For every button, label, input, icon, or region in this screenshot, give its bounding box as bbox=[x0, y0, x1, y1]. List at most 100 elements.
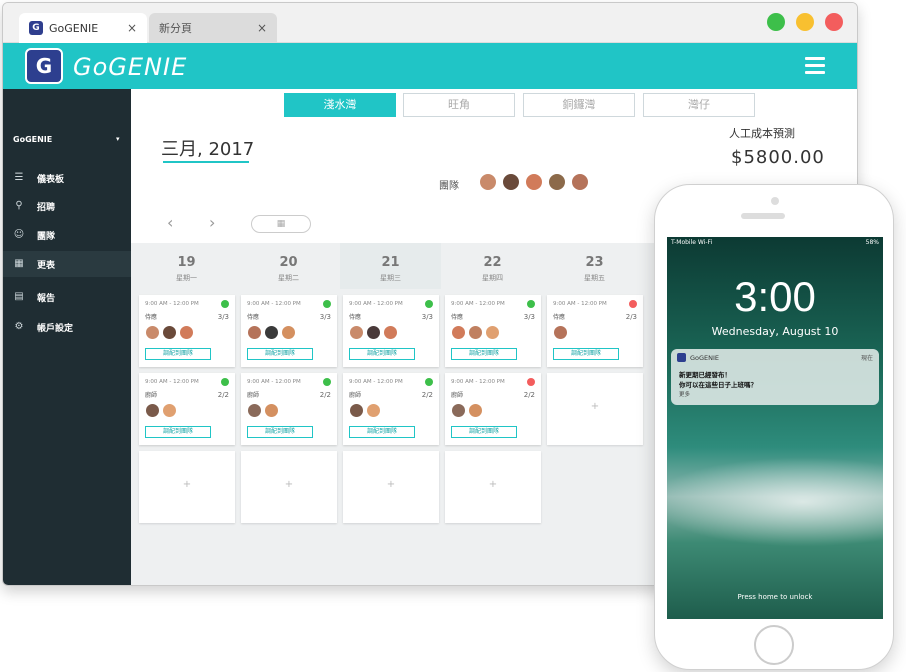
location-tab[interactable]: 銅鑼灣 bbox=[523, 93, 635, 117]
window-minimize-button[interactable] bbox=[767, 13, 785, 31]
assign-team-button[interactable]: 調配到團隊 bbox=[553, 348, 619, 360]
shift-avatars bbox=[349, 403, 381, 418]
sidebar-item-label: 儀表板 bbox=[37, 174, 65, 185]
unlock-hint: Press home to unlock bbox=[737, 593, 813, 601]
add-shift-slot[interactable]: + bbox=[241, 451, 337, 523]
add-shift-slot[interactable]: + bbox=[547, 373, 643, 445]
shift-card[interactable]: 9:00 AM - 12:00 PM 廚師 2/2 調配到團隊 bbox=[343, 373, 439, 445]
notification-more[interactable]: 更多 bbox=[679, 390, 690, 398]
avatar[interactable] bbox=[548, 173, 566, 191]
assign-team-button[interactable]: 調配到團隊 bbox=[247, 348, 313, 360]
add-shift-slot[interactable]: + bbox=[343, 451, 439, 523]
assign-team-button[interactable]: 調配到團隊 bbox=[451, 426, 517, 438]
push-notification[interactable]: GoGENIE 現在 新更期已經發布！ 你可以在這些日子上班嗎？ 更多 bbox=[671, 349, 879, 405]
shift-ratio: 3/3 bbox=[523, 313, 535, 321]
avatar[interactable] bbox=[145, 403, 160, 418]
avatar[interactable] bbox=[281, 325, 296, 340]
avatar[interactable] bbox=[525, 173, 543, 191]
gogenie-logo-icon[interactable]: G bbox=[25, 48, 63, 84]
sidebar-item-dashboard[interactable]: ☰ 儀表板 bbox=[3, 165, 131, 191]
avatar[interactable] bbox=[145, 325, 160, 340]
add-shift-slot[interactable]: + bbox=[445, 451, 541, 523]
phone-speaker bbox=[741, 213, 785, 219]
assign-team-button[interactable]: 調配到團隊 bbox=[349, 426, 415, 438]
shift-card[interactable]: 9:00 AM - 12:00 PM 廚師 2/2 調配到團隊 bbox=[139, 373, 235, 445]
avatar[interactable] bbox=[264, 325, 279, 340]
sidebar-item-recruit[interactable]: ⚲ 招聘 bbox=[3, 193, 131, 219]
shift-ratio: 2/2 bbox=[421, 391, 433, 399]
avatar[interactable] bbox=[553, 325, 568, 340]
avatar[interactable] bbox=[162, 403, 177, 418]
home-button[interactable] bbox=[754, 625, 794, 665]
shift-role: 廚師 bbox=[247, 392, 260, 399]
window-close-button[interactable] bbox=[825, 13, 843, 31]
avatar[interactable] bbox=[349, 325, 364, 340]
sidebar-item-label: 團隊 bbox=[37, 231, 56, 242]
avatar[interactable] bbox=[383, 325, 398, 340]
location-tab[interactable]: 淺水灣 bbox=[284, 93, 396, 117]
avatar[interactable] bbox=[479, 173, 497, 191]
calendar-icon[interactable]: ▦ bbox=[251, 215, 311, 233]
avatar[interactable] bbox=[247, 403, 262, 418]
org-selector[interactable]: GoGENIE bbox=[13, 135, 52, 144]
avatar[interactable] bbox=[502, 173, 520, 191]
avatar[interactable] bbox=[485, 325, 500, 340]
sidebar-item-schedule[interactable]: ▦ 更表 bbox=[3, 251, 131, 277]
avatar[interactable] bbox=[366, 403, 381, 418]
status-dot bbox=[221, 300, 229, 308]
browser-tab-new[interactable]: 新分頁 × bbox=[149, 13, 277, 43]
lock-date: Wednesday, August 10 bbox=[711, 325, 839, 338]
day-header: 20 星期二 bbox=[278, 255, 299, 282]
shift-role: 侍應 bbox=[349, 314, 362, 321]
location-tab[interactable]: 旺角 bbox=[403, 93, 515, 117]
avatar[interactable] bbox=[451, 325, 466, 340]
phone-camera bbox=[771, 197, 779, 205]
next-week-icon[interactable]: › bbox=[209, 213, 215, 232]
carrier-label: T-Mobile Wi-Fi bbox=[671, 239, 713, 246]
shift-card[interactable]: 9:00 AM - 12:00 PM 廚師 2/2 調配到團隊 bbox=[241, 373, 337, 445]
assign-team-button[interactable]: 調配到團隊 bbox=[145, 426, 211, 438]
avatar[interactable] bbox=[451, 403, 466, 418]
hamburger-menu-icon[interactable] bbox=[805, 57, 825, 74]
avatar[interactable] bbox=[349, 403, 364, 418]
notification-line: 你可以在這些日子上班嗎？ bbox=[679, 381, 757, 389]
prev-week-icon[interactable]: ‹ bbox=[167, 213, 173, 232]
close-tab-icon[interactable]: × bbox=[257, 21, 267, 35]
assign-team-button[interactable]: 調配到團隊 bbox=[349, 348, 415, 360]
assign-team-button[interactable]: 調配到團隊 bbox=[247, 426, 313, 438]
avatar[interactable] bbox=[264, 403, 279, 418]
avatar[interactable] bbox=[366, 325, 381, 340]
shift-avatars bbox=[553, 325, 568, 340]
shift-time: 9:00 AM - 12:00 PM bbox=[451, 301, 505, 307]
browser-tab-gogenie[interactable]: G GoGENIE × bbox=[19, 13, 147, 43]
status-dot bbox=[425, 378, 433, 386]
avatar[interactable] bbox=[247, 325, 262, 340]
shift-card[interactable]: 9:00 AM - 12:00 PM 廚師 2/2 調配到團隊 bbox=[445, 373, 541, 445]
location-tab[interactable]: 灣仔 bbox=[643, 93, 755, 117]
shift-card[interactable]: 9:00 AM - 12:00 PM 侍應 3/3 調配到團隊 bbox=[445, 295, 541, 367]
avatar[interactable] bbox=[571, 173, 589, 191]
shift-time: 9:00 AM - 12:00 PM bbox=[145, 379, 199, 385]
add-shift-slot[interactable]: + bbox=[139, 451, 235, 523]
settings-icon: ⚙ bbox=[14, 321, 24, 332]
app-logo-text[interactable]: GoGENIE bbox=[73, 53, 187, 81]
shift-card[interactable]: 9:00 AM - 12:00 PM 侍應 3/3 調配到團隊 bbox=[241, 295, 337, 367]
assign-team-button[interactable]: 調配到團隊 bbox=[451, 348, 517, 360]
avatar[interactable] bbox=[179, 325, 194, 340]
sidebar-item-report[interactable]: ▤ 報告 bbox=[3, 284, 131, 310]
chevron-down-icon[interactable]: ▾ bbox=[116, 135, 120, 143]
assign-team-button[interactable]: 調配到團隊 bbox=[145, 348, 211, 360]
avatar[interactable] bbox=[468, 325, 483, 340]
avatar[interactable] bbox=[468, 403, 483, 418]
sidebar-item-settings[interactable]: ⚙ 帳戶設定 bbox=[3, 314, 131, 340]
close-tab-icon[interactable]: × bbox=[127, 21, 137, 35]
avatar[interactable] bbox=[162, 325, 177, 340]
sidebar-item-team[interactable]: ☺ 團隊 bbox=[3, 222, 131, 248]
shift-role: 侍應 bbox=[145, 314, 158, 321]
shift-card[interactable]: 9:00 AM - 12:00 PM 侍應 3/3 調配到團隊 bbox=[343, 295, 439, 367]
report-icon: ▤ bbox=[14, 291, 24, 302]
shift-card[interactable]: 9:00 AM - 12:00 PM 侍應 3/3 調配到團隊 bbox=[139, 295, 235, 367]
window-maximize-button[interactable] bbox=[796, 13, 814, 31]
shift-card[interactable]: 9:00 AM - 12:00 PM 侍應 2/3 調配到團隊 bbox=[547, 295, 643, 367]
sidebar-item-label: 報告 bbox=[37, 293, 56, 304]
